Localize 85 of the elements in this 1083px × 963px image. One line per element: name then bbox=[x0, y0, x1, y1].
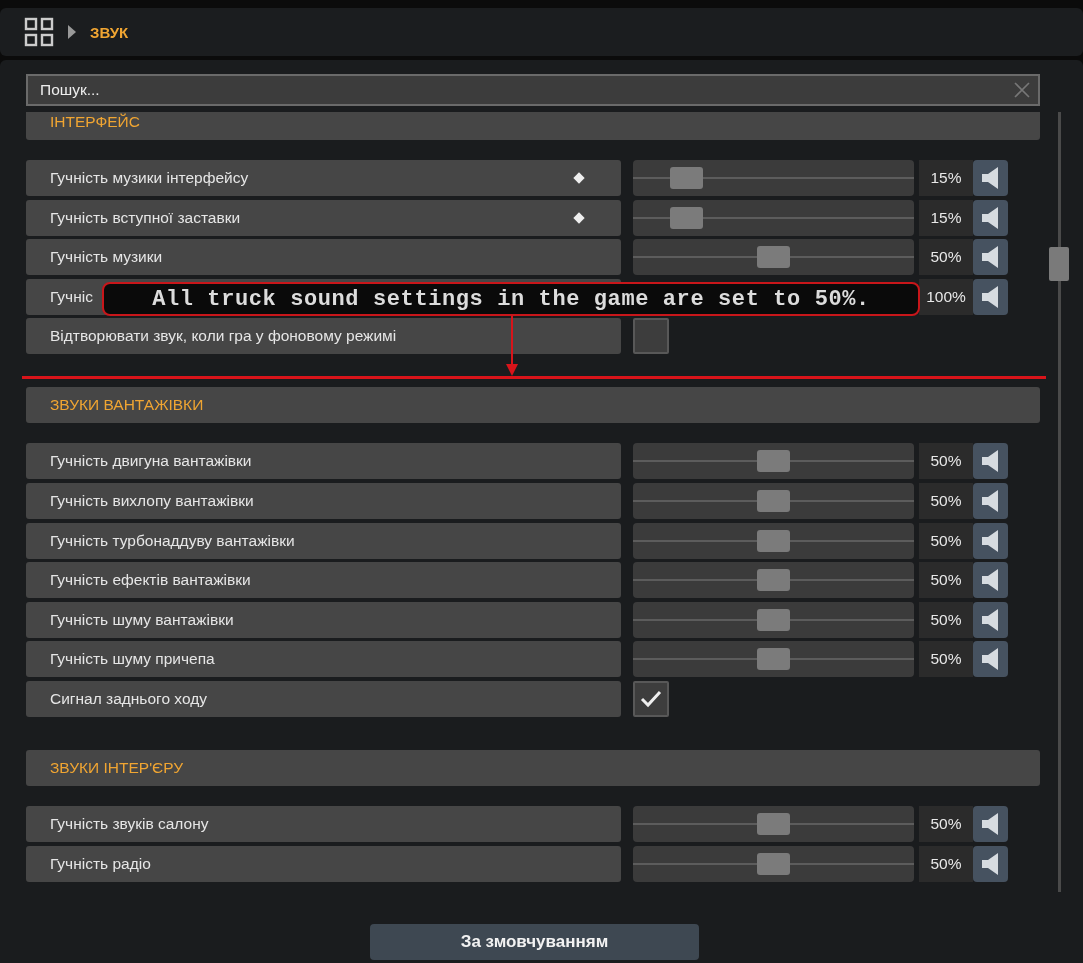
speaker-button[interactable] bbox=[973, 239, 1008, 276]
slider-thumb[interactable] bbox=[670, 167, 704, 189]
checkbox[interactable] bbox=[633, 318, 669, 355]
setting-label: Гучність шуму причепа bbox=[26, 641, 621, 678]
setting-label: Гучність радіо bbox=[26, 845, 621, 882]
setting-label: Гучність звуків салону bbox=[26, 805, 621, 842]
section-header: ЗВУКИ ВАНТАЖІВКИ bbox=[26, 387, 1040, 424]
volume-value: 15% bbox=[919, 160, 973, 196]
breadcrumb[interactable]: ЗВУК bbox=[90, 23, 129, 41]
speaker-icon bbox=[981, 812, 1000, 835]
section-header: ЗВУКИ ІНТЕР'ЄРУ bbox=[26, 749, 1040, 786]
speaker-icon bbox=[981, 489, 1000, 512]
speaker-button[interactable] bbox=[973, 601, 1008, 638]
volume-value: 15% bbox=[919, 199, 973, 236]
setting-label: Гучність вступної заставки bbox=[26, 199, 621, 236]
volume-value: 50% bbox=[919, 482, 973, 519]
setting-label: Гучність вихлопу вантажівки bbox=[26, 482, 621, 519]
volume-value: 50% bbox=[919, 562, 973, 599]
speaker-icon bbox=[981, 450, 1000, 473]
speaker-button[interactable] bbox=[973, 278, 1008, 315]
speaker-button[interactable] bbox=[973, 805, 1008, 842]
slider-thumb[interactable] bbox=[757, 450, 790, 473]
speaker-button[interactable] bbox=[973, 641, 1008, 678]
speaker-button[interactable] bbox=[973, 199, 1008, 236]
speaker-button[interactable] bbox=[973, 562, 1008, 599]
slider-thumb[interactable] bbox=[757, 489, 790, 512]
speaker-icon bbox=[981, 852, 1000, 875]
slider-thumb[interactable] bbox=[757, 648, 790, 671]
setting-label: Гучність музики bbox=[26, 239, 621, 276]
speaker-button[interactable] bbox=[973, 443, 1008, 480]
speaker-button[interactable] bbox=[973, 845, 1008, 882]
volume-slider[interactable] bbox=[633, 160, 914, 196]
speaker-icon bbox=[981, 206, 1000, 229]
slider-thumb[interactable] bbox=[757, 246, 790, 269]
setting-label: Гучність музики інтерфейсу bbox=[26, 160, 621, 196]
annotation-callout: All truck sound settings in the game are set to 50%. bbox=[102, 282, 920, 316]
volume-slider[interactable] bbox=[633, 562, 914, 599]
speaker-icon bbox=[981, 246, 1000, 269]
volume-value: 50% bbox=[919, 601, 973, 638]
setting-label: Гучність двигуна вантажівки bbox=[26, 443, 621, 480]
speaker-icon bbox=[981, 167, 1000, 189]
speaker-icon bbox=[981, 608, 1000, 631]
slider-thumb[interactable] bbox=[757, 608, 790, 631]
speaker-icon bbox=[981, 529, 1000, 552]
grid-menu-icon[interactable] bbox=[24, 17, 54, 47]
setting-label: Гучність турбонаддуву вантажівки bbox=[26, 522, 621, 559]
setting-label: Гучність ефектів вантажівки bbox=[26, 562, 621, 599]
setting-label: Сигнал заднього ходу bbox=[26, 680, 621, 717]
volume-slider[interactable] bbox=[633, 443, 914, 480]
speaker-icon bbox=[981, 648, 1000, 671]
close-icon[interactable] bbox=[1014, 82, 1030, 98]
search-field[interactable]: Пошук... bbox=[26, 74, 1040, 106]
volume-slider[interactable] bbox=[633, 641, 914, 678]
volume-value: 50% bbox=[919, 641, 973, 678]
volume-value: 100% bbox=[919, 278, 973, 315]
volume-slider[interactable] bbox=[633, 239, 914, 276]
volume-value: 50% bbox=[919, 805, 973, 842]
volume-slider[interactable] bbox=[633, 805, 914, 842]
checkmark-icon bbox=[640, 689, 662, 708]
volume-slider[interactable] bbox=[633, 482, 914, 519]
volume-slider[interactable] bbox=[633, 522, 914, 559]
setting-label: Відтворювати звук, коли гра у фоновому режимі bbox=[26, 318, 621, 355]
section-header: ІНТЕРФЕЙС bbox=[26, 112, 1040, 140]
volume-slider[interactable] bbox=[633, 199, 914, 236]
speaker-button[interactable] bbox=[973, 160, 1008, 196]
default-button[interactable]: За змовчуванням bbox=[370, 924, 699, 960]
slider-thumb[interactable] bbox=[757, 852, 790, 875]
speaker-icon bbox=[981, 569, 1000, 592]
volume-slider[interactable] bbox=[633, 845, 914, 882]
slider-thumb[interactable] bbox=[757, 529, 790, 552]
speaker-icon bbox=[981, 285, 1000, 308]
slider-thumb[interactable] bbox=[757, 812, 790, 835]
checkbox[interactable] bbox=[633, 680, 669, 717]
annotation-arrow bbox=[506, 316, 518, 376]
volume-value: 50% bbox=[919, 522, 973, 559]
setting-label: Гучність шуму вантажівки bbox=[26, 601, 621, 638]
slider-thumb[interactable] bbox=[670, 206, 704, 229]
speaker-button[interactable] bbox=[973, 522, 1008, 559]
speaker-button[interactable] bbox=[973, 482, 1008, 519]
volume-value: 50% bbox=[919, 443, 973, 480]
volume-value: 50% bbox=[919, 845, 973, 882]
slider-thumb[interactable] bbox=[757, 569, 790, 592]
volume-slider[interactable] bbox=[633, 601, 914, 638]
breadcrumb-arrow-icon bbox=[68, 25, 76, 39]
volume-value: 50% bbox=[919, 239, 973, 276]
